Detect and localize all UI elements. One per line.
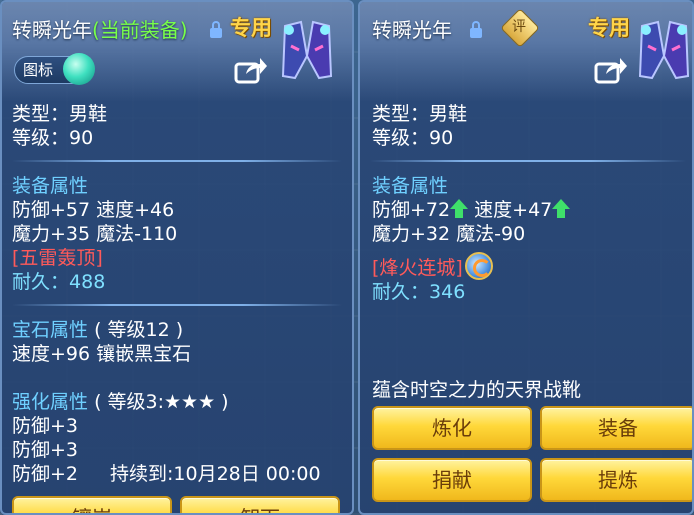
enhance-line: 防御+3 [12,439,79,461]
enhance-line: 防御+2 [12,463,79,485]
item-type: 类型：男鞋 [372,103,468,125]
durability-label: 耐久： [372,281,430,303]
item-type: 类型：男鞋 [12,103,108,125]
icon-toggle[interactable]: 图标 [14,53,95,85]
item-name: 转瞬光年 [372,18,452,42]
exclusive-label: 专用 [588,16,630,40]
gem-attr: 速度+96 镶嵌黑宝石 [12,343,192,365]
lock-icon [210,21,222,38]
lock-icon [470,21,482,38]
bag-item-panel: 转瞬光年 专用 类型：男鞋 等级：90 装备属性 防御+72 速度+47 魔力+… [358,0,694,515]
durability-label: 耐久： [12,271,70,293]
item-title: 转瞬光年(当前装备) [12,18,188,42]
share-icon[interactable] [594,56,628,84]
attr-line-1: 防御+57 速度+46 [12,199,175,221]
boots-item-icon [638,20,690,80]
gem-heading: 宝石属性 [12,319,89,341]
attr-speed: 速度+47 [474,199,553,221]
donate-button[interactable]: 捐献 [372,458,532,502]
rating-label: 评 [512,19,526,35]
share-icon[interactable] [234,56,268,84]
equip-button[interactable]: 装备 [540,406,692,450]
item-level: 等级：90 [12,127,94,149]
unequip-button[interactable]: 卸下 [180,496,340,513]
icon-toggle-label: 图标 [23,61,54,79]
item-name: 转瞬光年 [12,18,92,42]
durability-value: 346 [429,281,466,303]
enhance-level: ( 等级3:★★★ ) [94,391,229,413]
attr-line-1: 防御+72 速度+47 [372,198,571,222]
enhance-heading: 强化属性 [12,391,89,413]
equip-attr-heading: 装备属性 [372,175,449,197]
equipped-item-panel: 转瞬光年(当前装备) 专用 图标 类型：男鞋 等级：90 装备属性 防御+57 … [0,0,354,515]
icon-orb-icon [63,53,95,85]
special-skill-row: [烽火连城] [372,252,493,280]
item-description: 蕴含时空之力的天界战靴 [372,379,582,401]
special-skill: [五雷轰顶] [12,247,103,269]
up-arrow-icon [450,199,469,219]
skill-icon[interactable] [464,252,493,280]
enhance-heading-row: 强化属性 ( 等级3:★★★ ) [12,390,229,414]
gem-heading-row: 宝石属性 ( 等级12 ) [12,318,183,342]
item-level: 等级：90 [372,127,454,149]
current-equip-tag: (当前装备) [92,18,188,42]
boots-item-icon [281,20,333,80]
refine-button[interactable]: 炼化 [372,406,532,450]
gem-level: ( 等级12 ) [94,319,184,341]
durability-value: 488 [69,271,106,293]
inlay-button[interactable]: 镶嵌 [12,496,172,513]
divider [12,304,342,306]
exclusive-label: 专用 [230,16,272,40]
durability: 耐久：488 [12,270,105,294]
equip-attr-heading: 装备属性 [12,175,89,197]
enhance-line: 防御+3 [12,415,79,437]
up-arrow-icon [552,199,571,219]
enhance-duration: 持续到:10月28日 00:00 [110,463,321,485]
extract-button[interactable]: 提炼 [540,458,692,502]
durability: 耐久：346 [372,280,465,304]
divider [12,160,342,162]
divider [370,160,686,162]
special-skill: [烽火连城] [372,257,463,279]
attr-line-2: 魔力+32 魔法-90 [372,223,526,245]
attr-line-2: 魔力+35 魔法-110 [12,223,178,245]
attr-defense: 防御+72 [372,199,451,221]
